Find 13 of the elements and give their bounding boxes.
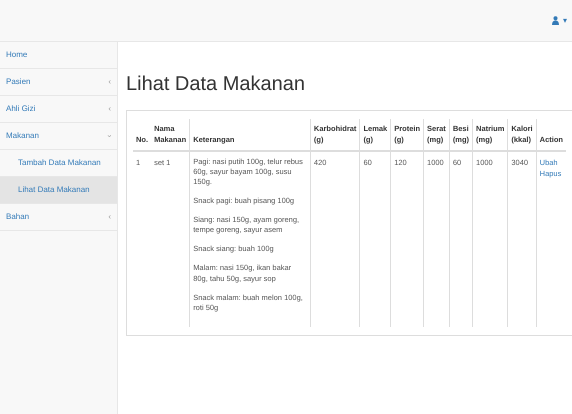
sidebar-item[interactable]: Bahan ‹ [0, 204, 117, 231]
page-title: Lihat Data Makanan [126, 72, 306, 96]
sidebar-item[interactable]: Pasien ‹ [0, 69, 117, 96]
sidebar-item[interactable]: Ahli Gizi ‹ [0, 96, 117, 123]
chevron-icon: ‹ [108, 211, 111, 223]
chevron-icon: ‹ [108, 103, 111, 115]
chevron-icon: ‹ [104, 134, 116, 138]
sidebar-item[interactable]: Lihat Data Makanan [0, 177, 117, 204]
user-icon [552, 16, 559, 25]
user-menu-button[interactable]: ▾ [551, 14, 568, 28]
chevron-icon: ‹ [108, 76, 111, 88]
sidebar-item[interactable]: Makanan ‹ [0, 123, 117, 150]
sidebar-item[interactable]: Home [0, 42, 117, 69]
